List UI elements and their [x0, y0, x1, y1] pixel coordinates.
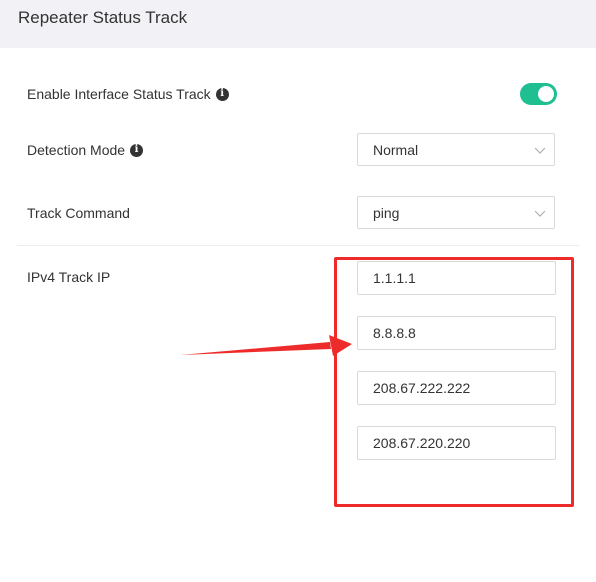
annotation-arrow-icon	[180, 335, 352, 356]
